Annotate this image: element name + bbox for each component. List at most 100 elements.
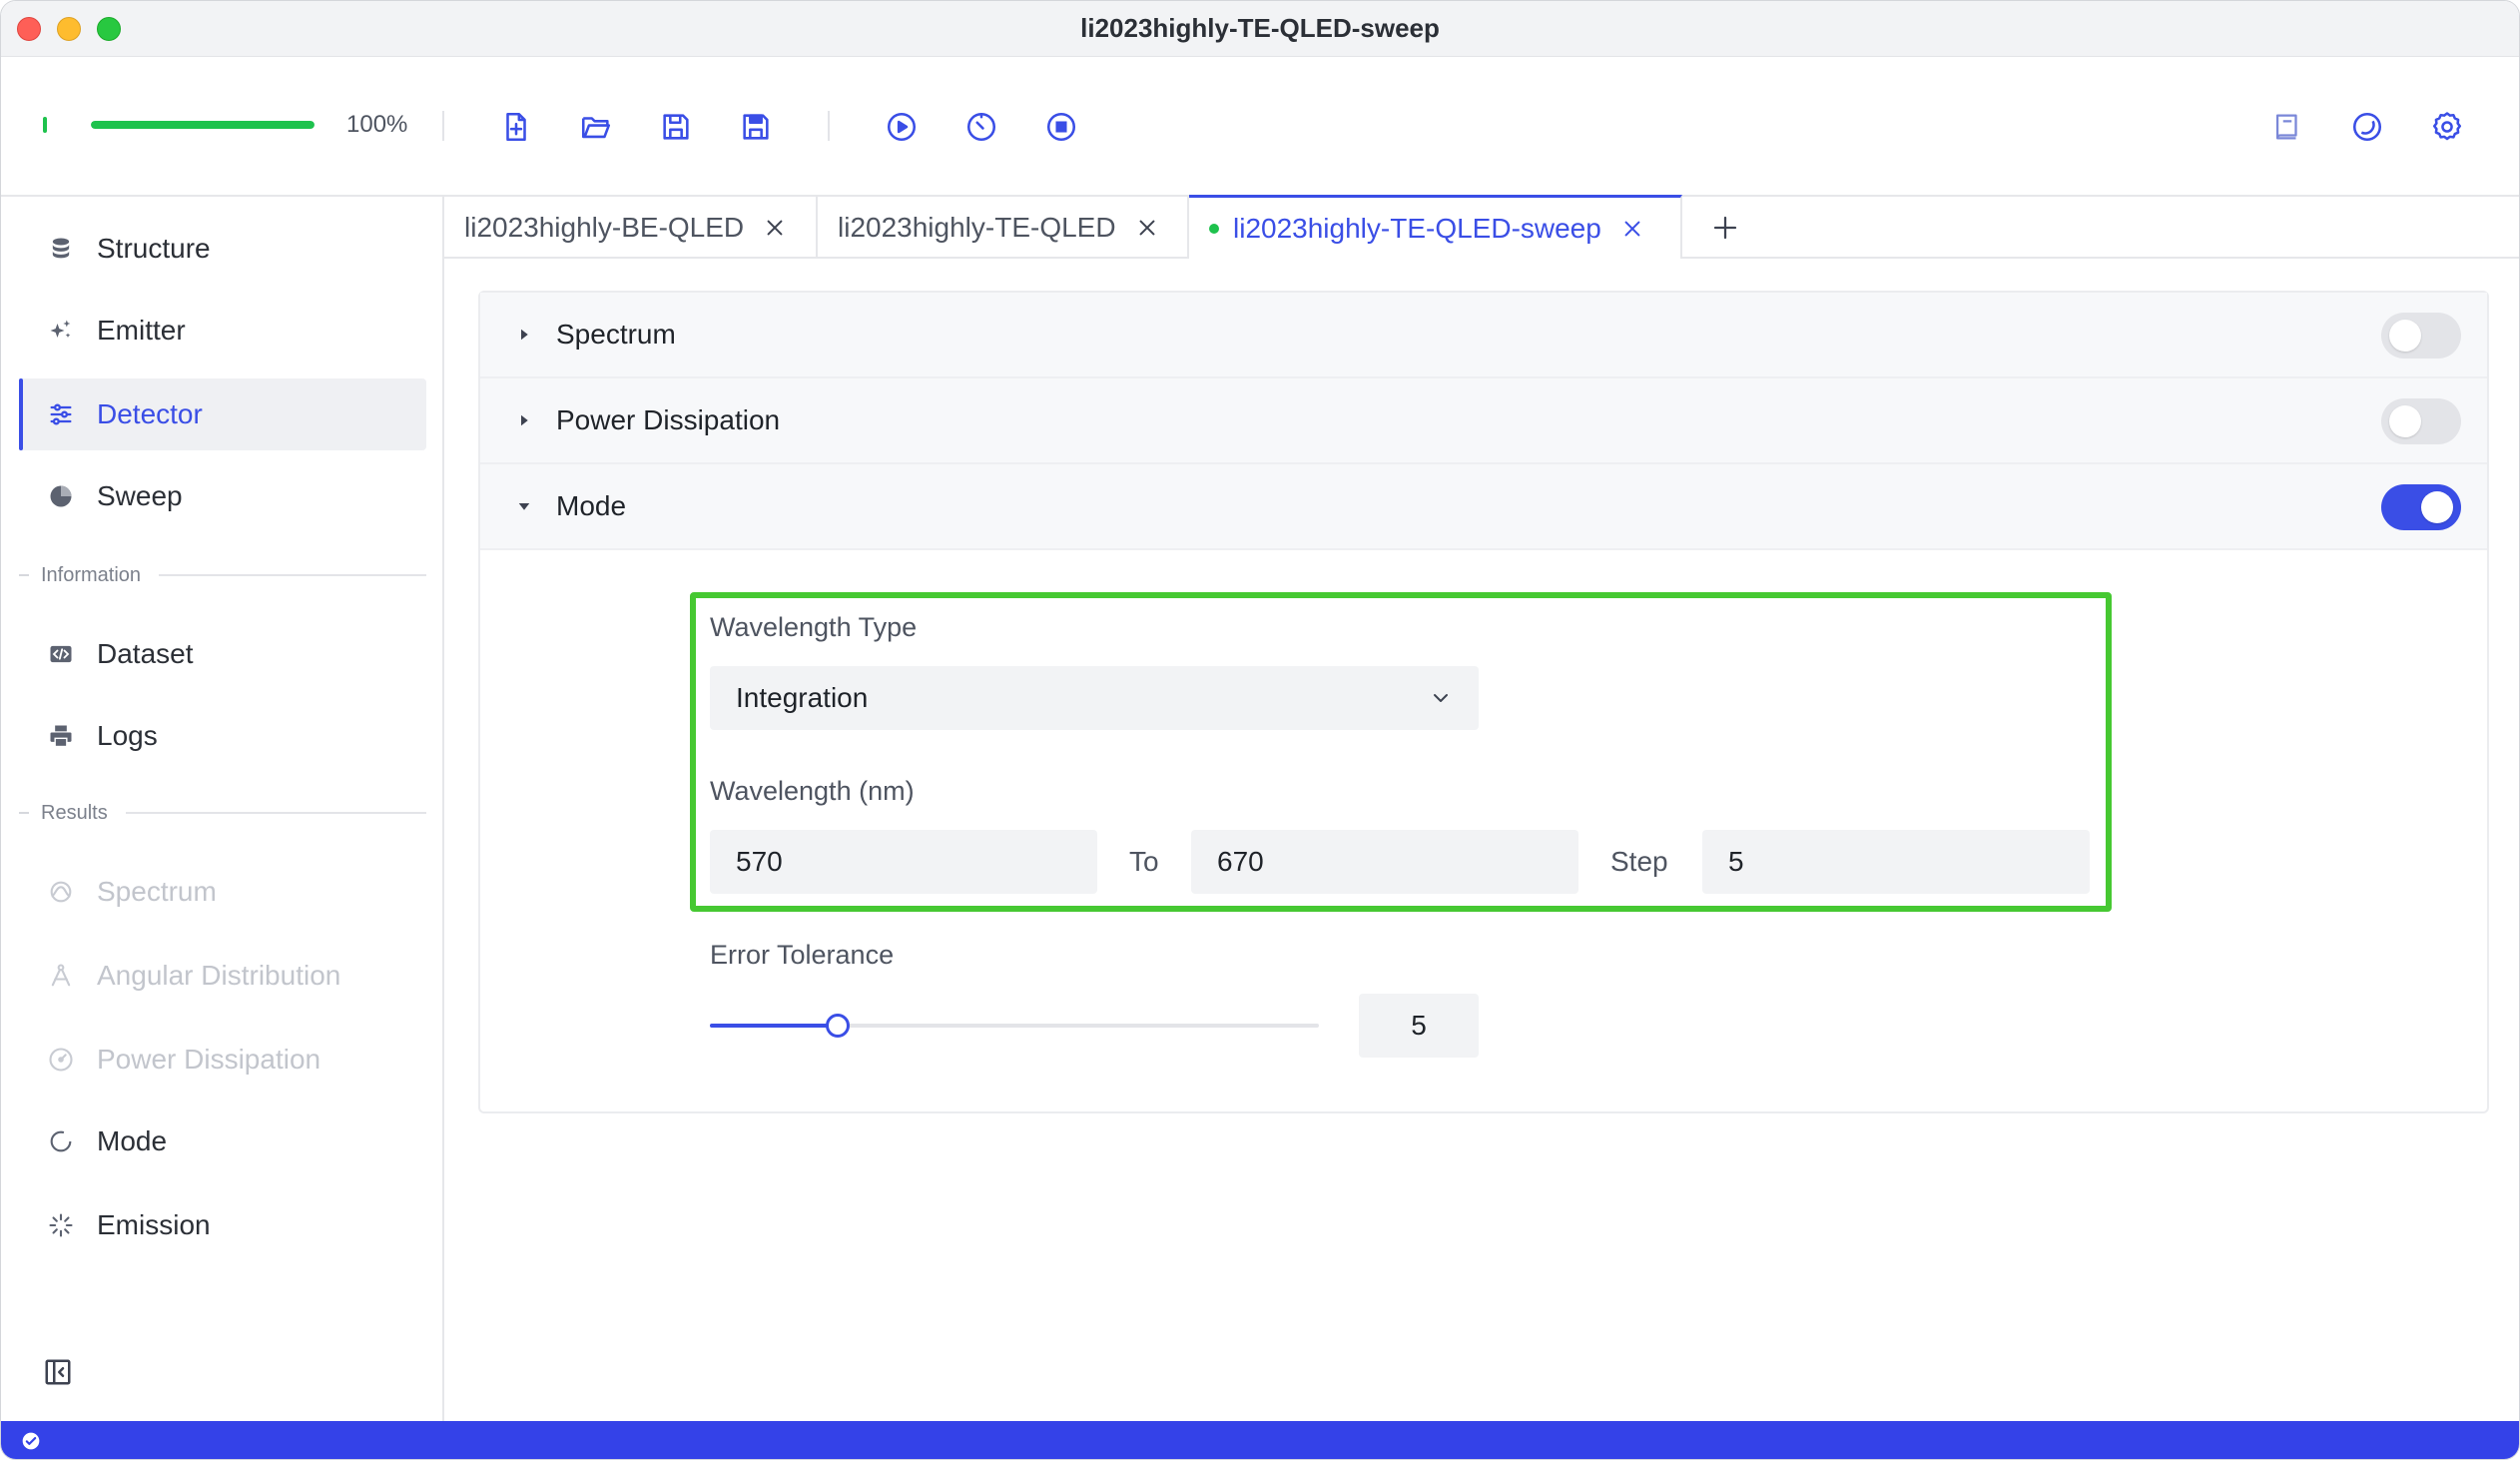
- check-circle-icon: [22, 1432, 40, 1450]
- collapse-sidebar-button[interactable]: [43, 1357, 73, 1387]
- code-icon: [43, 636, 79, 672]
- results-section-header: Results: [19, 798, 426, 828]
- tab-bar: li2023highly-BE-QLED li2023highly-TE-QLE…: [444, 195, 2519, 259]
- toolbar: 100%: [1, 57, 2519, 197]
- wavelength-to-input[interactable]: [1191, 830, 1578, 894]
- stop-button[interactable]: [1039, 105, 1083, 149]
- sidebar-item-emitter[interactable]: Emitter: [19, 295, 426, 366]
- slider-thumb[interactable]: [826, 1014, 851, 1038]
- book-icon: [2275, 114, 2297, 140]
- progress-bar: [91, 121, 315, 129]
- modified-dot: [1209, 223, 1219, 234]
- angle-icon: [43, 958, 79, 994]
- tab-te-qled-sweep[interactable]: li2023highly-TE-QLED-sweep: [1189, 195, 1682, 259]
- save-button[interactable]: [654, 105, 698, 149]
- sidebar-item-detector[interactable]: Detector: [19, 378, 426, 450]
- printer-icon: [43, 718, 79, 754]
- close-icon[interactable]: [1621, 218, 1643, 240]
- timer-run-icon: [966, 112, 996, 142]
- error-tolerance-input[interactable]: [1359, 994, 1479, 1058]
- mode-section-header[interactable]: Mode: [480, 464, 2487, 550]
- sliders-icon: [43, 396, 79, 432]
- run-button[interactable]: [880, 105, 924, 149]
- new-file-icon: [506, 112, 526, 142]
- save-as-button[interactable]: [734, 105, 778, 149]
- sidebar-item-sweep[interactable]: Sweep: [19, 460, 426, 532]
- caret-right-icon: [514, 325, 534, 345]
- step-label: Step: [1610, 846, 1668, 877]
- close-icon[interactable]: [1136, 217, 1158, 239]
- tab-te-qled[interactable]: li2023highly-TE-QLED: [818, 197, 1189, 259]
- error-tolerance-slider[interactable]: [710, 1014, 1319, 1038]
- toolbar-divider: [442, 111, 444, 141]
- sidebar-item-label: Detector: [97, 398, 203, 429]
- sidebar-item-label: Spectrum: [97, 876, 217, 907]
- gauge-icon: [43, 1042, 79, 1078]
- caret-down-icon: [514, 496, 534, 516]
- spectrum-toggle[interactable]: [2381, 313, 2461, 359]
- sidebar-item-label: Emission: [97, 1209, 211, 1240]
- sidebar-item-dataset[interactable]: Dataset: [19, 618, 426, 690]
- power-dissipation-toggle[interactable]: [2381, 398, 2461, 444]
- progress-indicator: [43, 117, 47, 133]
- spectrum-icon: [43, 874, 79, 910]
- progress-text: 100%: [346, 111, 408, 138]
- circle-icon: [43, 1123, 79, 1159]
- chevron-down-icon: [1434, 694, 1448, 702]
- close-icon[interactable]: [764, 217, 786, 239]
- toolbar-divider: [828, 111, 830, 141]
- progress-bar-fill: [91, 121, 315, 129]
- new-file-button[interactable]: [494, 105, 538, 149]
- caret-right-icon: [514, 410, 534, 430]
- sidebar-item-label: Dataset: [97, 638, 194, 669]
- information-section-header: Information: [19, 560, 426, 590]
- status-bar: [1, 1421, 2519, 1459]
- tab-be-qled[interactable]: li2023highly-BE-QLED: [444, 197, 818, 259]
- sidebar-item-angular-distribution[interactable]: Angular Distribution: [19, 940, 426, 1012]
- save-as-icon: [743, 114, 769, 140]
- wavelength-type-select[interactable]: Integration: [710, 666, 1479, 730]
- gear-icon: [2432, 112, 2462, 141]
- sidebar-item-label: Logs: [97, 720, 158, 751]
- step-input[interactable]: [1702, 830, 2090, 894]
- app-window: li2023highly-TE-QLED-sweep 100% Structur…: [0, 0, 2520, 1460]
- sidebar-item-structure[interactable]: Structure: [19, 213, 426, 285]
- sidebar-item-emission[interactable]: Emission: [19, 1189, 426, 1261]
- wavelength-from-input[interactable]: [710, 830, 1097, 894]
- database-icon: [43, 231, 79, 267]
- window-title: li2023highly-TE-QLED-sweep: [1080, 13, 1440, 43]
- theme-icon: [2352, 112, 2382, 142]
- mode-toggle[interactable]: [2381, 484, 2461, 530]
- sidebar-item-label: Structure: [97, 233, 211, 264]
- run-icon: [887, 112, 917, 142]
- add-tab-icon[interactable]: [1710, 213, 1740, 243]
- sidebar-item-logs[interactable]: Logs: [19, 700, 426, 772]
- stop-icon: [1046, 112, 1076, 142]
- save-icon: [663, 114, 689, 140]
- spectrum-section-header[interactable]: Spectrum: [480, 293, 2487, 378]
- sidebar-item-power-dissipation[interactable]: Power Dissipation: [19, 1024, 426, 1095]
- docs-button[interactable]: [2265, 105, 2309, 149]
- timer-run-button[interactable]: [959, 105, 1003, 149]
- settings-button[interactable]: [2425, 105, 2469, 149]
- sidebar-item-spectrum[interactable]: Spectrum: [19, 856, 426, 928]
- sidebar-item-label: Emitter: [97, 315, 186, 346]
- error-tolerance-label: Error Tolerance: [710, 940, 895, 970]
- power-dissipation-section-header[interactable]: Power Dissipation: [480, 378, 2487, 464]
- pie-icon: [43, 478, 79, 514]
- sidebar-item-label: Mode: [97, 1125, 168, 1156]
- sidebar-item-label: Sweep: [97, 480, 183, 511]
- open-folder-button[interactable]: [574, 105, 618, 149]
- sidebar-collapse-icon: [45, 1359, 71, 1385]
- open-folder-icon: [581, 117, 611, 139]
- slider-fill: [710, 1024, 839, 1028]
- sidebar: Structure Emitter Detector Sweep Informa…: [1, 197, 444, 1421]
- sidebar-item-label: Power Dissipation: [97, 1044, 321, 1075]
- to-label: To: [1129, 846, 1159, 877]
- wavelength-type-label: Wavelength Type: [710, 612, 918, 642]
- sidebar-item-mode[interactable]: Mode: [19, 1105, 426, 1177]
- theme-button[interactable]: [2345, 105, 2389, 149]
- sidebar-item-label: Angular Distribution: [97, 960, 341, 991]
- wavelength-label: Wavelength (nm): [710, 776, 915, 806]
- sparkle-icon: [43, 313, 79, 349]
